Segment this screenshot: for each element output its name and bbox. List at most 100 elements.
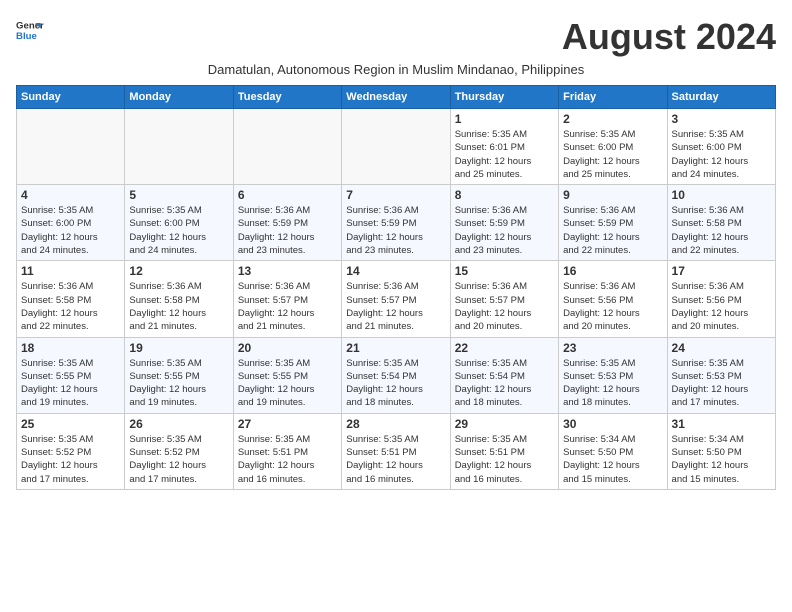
day-cell: 13 Sunrise: 5:36 AM Sunset: 5:57 PM Dayli… (233, 261, 341, 337)
day-cell: 17Sunrise: 5:36 AM Sunset: 5:56 PM Dayli… (667, 261, 775, 337)
col-header-thursday: Thursday (450, 86, 558, 109)
day-cell: 8 Sunrise: 5:36 AM Sunset: 5:59 PM Daylig… (450, 185, 558, 261)
day-cell: 30 Sunrise: 5:34 AM Sunset: 5:50 PM Dayli… (559, 413, 667, 489)
week-row-1: 1 Sunrise: 5:35 AM Sunset: 6:01 PM Daylig… (17, 109, 776, 185)
day-info: Sunrise: 5:35 AM Sunset: 6:00 PM Dayligh… (672, 128, 771, 181)
day-number: 20 (238, 341, 337, 355)
day-info: Sunrise: 5:35 AM Sunset: 6:00 PM Dayligh… (21, 204, 120, 257)
day-cell: 2 Sunrise: 5:35 AM Sunset: 6:00 PM Daylig… (559, 109, 667, 185)
day-info: Sunrise: 5:35 AM Sunset: 5:55 PM Dayligh… (238, 357, 337, 410)
day-cell: 20 Sunrise: 5:35 AM Sunset: 5:55 PM Dayli… (233, 337, 341, 413)
day-number: 15 (455, 264, 554, 278)
day-cell: 3 Sunrise: 5:35 AM Sunset: 6:00 PM Daylig… (667, 109, 775, 185)
day-number: 24 (672, 341, 771, 355)
day-number: 16 (563, 264, 662, 278)
day-number: 1 (455, 112, 554, 126)
day-number: 14 (346, 264, 445, 278)
day-number: 5 (129, 188, 228, 202)
day-number: 9 (563, 188, 662, 202)
day-info: Sunrise: 5:36 AM Sunset: 5:57 PM Dayligh… (238, 280, 337, 333)
day-info: Sunrise: 5:36 AM Sunset: 5:56 PM Dayligh… (672, 280, 771, 333)
col-header-tuesday: Tuesday (233, 86, 341, 109)
day-number: 4 (21, 188, 120, 202)
day-info: Sunrise: 5:36 AM Sunset: 5:57 PM Dayligh… (455, 280, 554, 333)
day-cell (125, 109, 233, 185)
week-row-5: 25 Sunrise: 5:35 AM Sunset: 5:52 PM Dayli… (17, 413, 776, 489)
day-cell: 10Sunrise: 5:36 AM Sunset: 5:58 PM Dayli… (667, 185, 775, 261)
day-cell: 4 Sunrise: 5:35 AM Sunset: 6:00 PM Daylig… (17, 185, 125, 261)
day-number: 3 (672, 112, 771, 126)
day-info: Sunrise: 5:36 AM Sunset: 5:59 PM Dayligh… (455, 204, 554, 257)
col-header-saturday: Saturday (667, 86, 775, 109)
day-number: 22 (455, 341, 554, 355)
day-cell: 16 Sunrise: 5:36 AM Sunset: 5:56 PM Dayli… (559, 261, 667, 337)
logo: General Blue (16, 16, 44, 44)
day-cell: 11Sunrise: 5:36 AM Sunset: 5:58 PM Dayli… (17, 261, 125, 337)
day-number: 30 (563, 417, 662, 431)
day-number: 23 (563, 341, 662, 355)
week-row-2: 4 Sunrise: 5:35 AM Sunset: 6:00 PM Daylig… (17, 185, 776, 261)
day-cell: 26 Sunrise: 5:35 AM Sunset: 5:52 PM Dayli… (125, 413, 233, 489)
day-info: Sunrise: 5:36 AM Sunset: 5:59 PM Dayligh… (563, 204, 662, 257)
day-number: 25 (21, 417, 120, 431)
day-number: 7 (346, 188, 445, 202)
day-cell: 5 Sunrise: 5:35 AM Sunset: 6:00 PM Daylig… (125, 185, 233, 261)
day-number: 13 (238, 264, 337, 278)
day-info: Sunrise: 5:36 AM Sunset: 5:59 PM Dayligh… (346, 204, 445, 257)
day-cell: 24 Sunrise: 5:35 AM Sunset: 5:53 PM Dayli… (667, 337, 775, 413)
day-cell (233, 109, 341, 185)
day-number: 11 (21, 264, 120, 278)
day-number: 21 (346, 341, 445, 355)
day-info: Sunrise: 5:35 AM Sunset: 5:51 PM Dayligh… (346, 433, 445, 486)
day-info: Sunrise: 5:35 AM Sunset: 5:53 PM Dayligh… (672, 357, 771, 410)
day-cell: 18 Sunrise: 5:35 AM Sunset: 5:55 PM Dayli… (17, 337, 125, 413)
day-info: Sunrise: 5:35 AM Sunset: 6:00 PM Dayligh… (563, 128, 662, 181)
day-number: 29 (455, 417, 554, 431)
col-header-sunday: Sunday (17, 86, 125, 109)
day-info: Sunrise: 5:35 AM Sunset: 6:01 PM Dayligh… (455, 128, 554, 181)
day-cell: 12 Sunrise: 5:36 AM Sunset: 5:58 PM Dayli… (125, 261, 233, 337)
day-cell: 1 Sunrise: 5:35 AM Sunset: 6:01 PM Daylig… (450, 109, 558, 185)
subtitle: Damatulan, Autonomous Region in Muslim M… (16, 62, 776, 77)
day-number: 27 (238, 417, 337, 431)
day-info: Sunrise: 5:35 AM Sunset: 5:55 PM Dayligh… (21, 357, 120, 410)
day-number: 26 (129, 417, 228, 431)
day-number: 2 (563, 112, 662, 126)
day-info: Sunrise: 5:36 AM Sunset: 5:58 PM Dayligh… (672, 204, 771, 257)
day-info: Sunrise: 5:35 AM Sunset: 5:52 PM Dayligh… (21, 433, 120, 486)
day-cell: 6 Sunrise: 5:36 AM Sunset: 5:59 PM Daylig… (233, 185, 341, 261)
day-number: 18 (21, 341, 120, 355)
day-cell: 29 Sunrise: 5:35 AM Sunset: 5:51 PM Dayli… (450, 413, 558, 489)
day-info: Sunrise: 5:35 AM Sunset: 5:51 PM Dayligh… (455, 433, 554, 486)
day-cell: 28 Sunrise: 5:35 AM Sunset: 5:51 PM Dayli… (342, 413, 450, 489)
day-cell: 15 Sunrise: 5:36 AM Sunset: 5:57 PM Dayli… (450, 261, 558, 337)
day-info: Sunrise: 5:35 AM Sunset: 5:54 PM Dayligh… (455, 357, 554, 410)
day-cell: 25 Sunrise: 5:35 AM Sunset: 5:52 PM Dayli… (17, 413, 125, 489)
header: General Blue August 2024 (16, 16, 776, 58)
day-number: 6 (238, 188, 337, 202)
day-info: Sunrise: 5:34 AM Sunset: 5:50 PM Dayligh… (672, 433, 771, 486)
day-cell: 23 Sunrise: 5:35 AM Sunset: 5:53 PM Dayli… (559, 337, 667, 413)
day-info: Sunrise: 5:36 AM Sunset: 5:59 PM Dayligh… (238, 204, 337, 257)
day-number: 12 (129, 264, 228, 278)
day-cell: 19Sunrise: 5:35 AM Sunset: 5:55 PM Dayli… (125, 337, 233, 413)
col-header-wednesday: Wednesday (342, 86, 450, 109)
day-info: Sunrise: 5:35 AM Sunset: 5:52 PM Dayligh… (129, 433, 228, 486)
day-cell: 14Sunrise: 5:36 AM Sunset: 5:57 PM Dayli… (342, 261, 450, 337)
day-cell: 21 Sunrise: 5:35 AM Sunset: 5:54 PM Dayli… (342, 337, 450, 413)
day-info: Sunrise: 5:35 AM Sunset: 5:54 PM Dayligh… (346, 357, 445, 410)
day-info: Sunrise: 5:36 AM Sunset: 5:58 PM Dayligh… (129, 280, 228, 333)
day-number: 31 (672, 417, 771, 431)
day-cell: 9 Sunrise: 5:36 AM Sunset: 5:59 PM Daylig… (559, 185, 667, 261)
day-info: Sunrise: 5:35 AM Sunset: 5:53 PM Dayligh… (563, 357, 662, 410)
day-number: 8 (455, 188, 554, 202)
day-cell: 31 Sunrise: 5:34 AM Sunset: 5:50 PM Dayli… (667, 413, 775, 489)
day-info: Sunrise: 5:35 AM Sunset: 5:55 PM Dayligh… (129, 357, 228, 410)
week-row-3: 11 Sunrise: 5:36 AM Sunset: 5:58 PM Dayli… (17, 261, 776, 337)
day-info: Sunrise: 5:36 AM Sunset: 5:56 PM Dayligh… (563, 280, 662, 333)
header-row: SundayMondayTuesdayWednesdayThursdayFrid… (17, 86, 776, 109)
day-info: Sunrise: 5:34 AM Sunset: 5:50 PM Dayligh… (563, 433, 662, 486)
day-number: 28 (346, 417, 445, 431)
day-cell (342, 109, 450, 185)
day-info: Sunrise: 5:35 AM Sunset: 6:00 PM Dayligh… (129, 204, 228, 257)
